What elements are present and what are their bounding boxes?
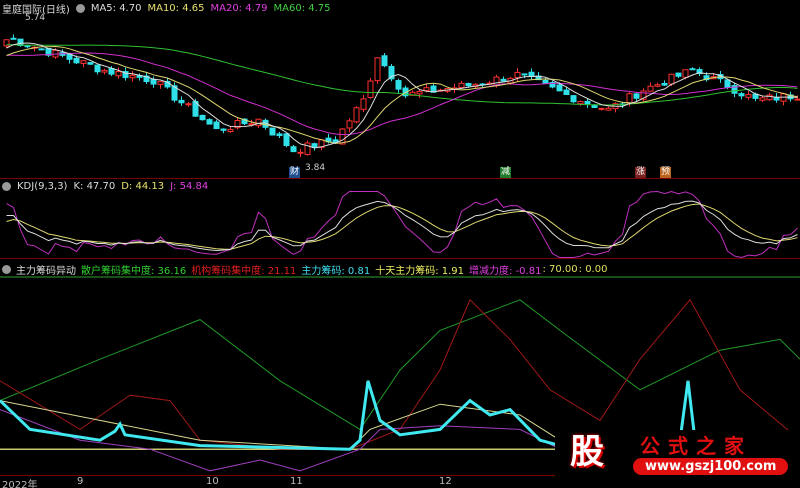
candlestick bbox=[794, 98, 800, 101]
candlestick bbox=[24, 45, 31, 48]
logo-url: www.gszj100.com bbox=[633, 458, 789, 475]
candlestick bbox=[346, 120, 353, 129]
candlestick bbox=[745, 94, 752, 98]
candlestick bbox=[654, 84, 661, 87]
candlestick bbox=[115, 71, 122, 77]
watermark-logo: 股 公式之家 www.gszj100.com bbox=[555, 430, 800, 476]
candlestick bbox=[458, 82, 465, 88]
candlestick bbox=[108, 68, 115, 75]
candlestick bbox=[626, 93, 633, 104]
candlestick bbox=[556, 84, 563, 92]
candlestick bbox=[227, 129, 234, 133]
axis-label: 11 bbox=[290, 476, 303, 487]
candlestick bbox=[759, 97, 766, 101]
candlestick bbox=[101, 69, 108, 73]
candlestick bbox=[647, 85, 654, 92]
candlestick bbox=[395, 80, 402, 90]
axis-label: 10 bbox=[206, 476, 219, 487]
candlestick bbox=[605, 107, 612, 111]
candlestick bbox=[528, 71, 535, 77]
candlestick bbox=[381, 55, 388, 67]
candlestick bbox=[283, 133, 290, 146]
candlestick bbox=[213, 121, 220, 130]
axis-label: 9 bbox=[77, 476, 84, 487]
ma10-line bbox=[6, 45, 798, 144]
candlestick bbox=[80, 60, 87, 64]
logo-name: 公式之家 bbox=[640, 434, 752, 458]
candlestick bbox=[199, 114, 206, 121]
candlestick bbox=[773, 96, 780, 101]
candlestick bbox=[367, 80, 374, 99]
candlestick bbox=[500, 78, 507, 82]
candlestick bbox=[38, 48, 45, 51]
kdj-j-line bbox=[6, 190, 798, 259]
candlestick bbox=[563, 89, 570, 95]
candlestick bbox=[157, 81, 164, 85]
candlestick bbox=[206, 119, 213, 125]
stock-chart-window: 皇庭国际(日线) MA5: 4.70 MA10: 4.65 MA20: 4.79… bbox=[0, 0, 800, 488]
candlestick bbox=[255, 118, 262, 127]
candlestick bbox=[570, 95, 577, 103]
candlestick bbox=[311, 143, 318, 148]
candlestick bbox=[584, 100, 591, 105]
candlestick bbox=[598, 107, 605, 110]
candlestick bbox=[87, 62, 94, 65]
candlestick bbox=[297, 151, 304, 154]
candlestick bbox=[682, 69, 689, 78]
series-line-0 bbox=[0, 299, 800, 431]
candlestick bbox=[290, 146, 297, 153]
candlestick bbox=[689, 68, 696, 71]
candlestick bbox=[668, 73, 675, 85]
candlestick bbox=[577, 101, 584, 105]
candlestick bbox=[178, 99, 185, 104]
axis-label: 2022年 bbox=[2, 480, 38, 488]
candlestick bbox=[360, 98, 367, 110]
candlestick bbox=[374, 57, 381, 82]
kdj-d-line bbox=[6, 203, 798, 250]
candlestick bbox=[542, 79, 549, 84]
candlestick bbox=[129, 74, 136, 79]
axis-label: 12 bbox=[439, 476, 452, 487]
candlestick bbox=[276, 133, 283, 137]
candlestick bbox=[339, 128, 346, 145]
candlestick bbox=[738, 93, 745, 97]
candlestick bbox=[220, 128, 227, 131]
candlestick bbox=[724, 79, 731, 88]
chart-canvas[interactable] bbox=[0, 0, 800, 488]
candlestick bbox=[73, 57, 80, 64]
candlestick bbox=[185, 103, 192, 106]
candlestick bbox=[353, 107, 360, 123]
ma5-line bbox=[6, 42, 798, 149]
candlestick bbox=[423, 87, 430, 91]
candlestick bbox=[675, 72, 682, 77]
candlestick bbox=[591, 105, 598, 108]
candlestick bbox=[150, 78, 157, 85]
candlestick bbox=[514, 71, 521, 79]
candlestick bbox=[10, 37, 17, 40]
candlestick bbox=[633, 93, 640, 99]
logo-mark: 股 bbox=[570, 432, 604, 472]
candlestick bbox=[416, 91, 423, 95]
candlestick bbox=[465, 82, 472, 87]
candlestick bbox=[521, 73, 528, 76]
candlestick bbox=[661, 82, 668, 86]
candlestick bbox=[269, 127, 276, 136]
candlestick bbox=[94, 64, 101, 73]
